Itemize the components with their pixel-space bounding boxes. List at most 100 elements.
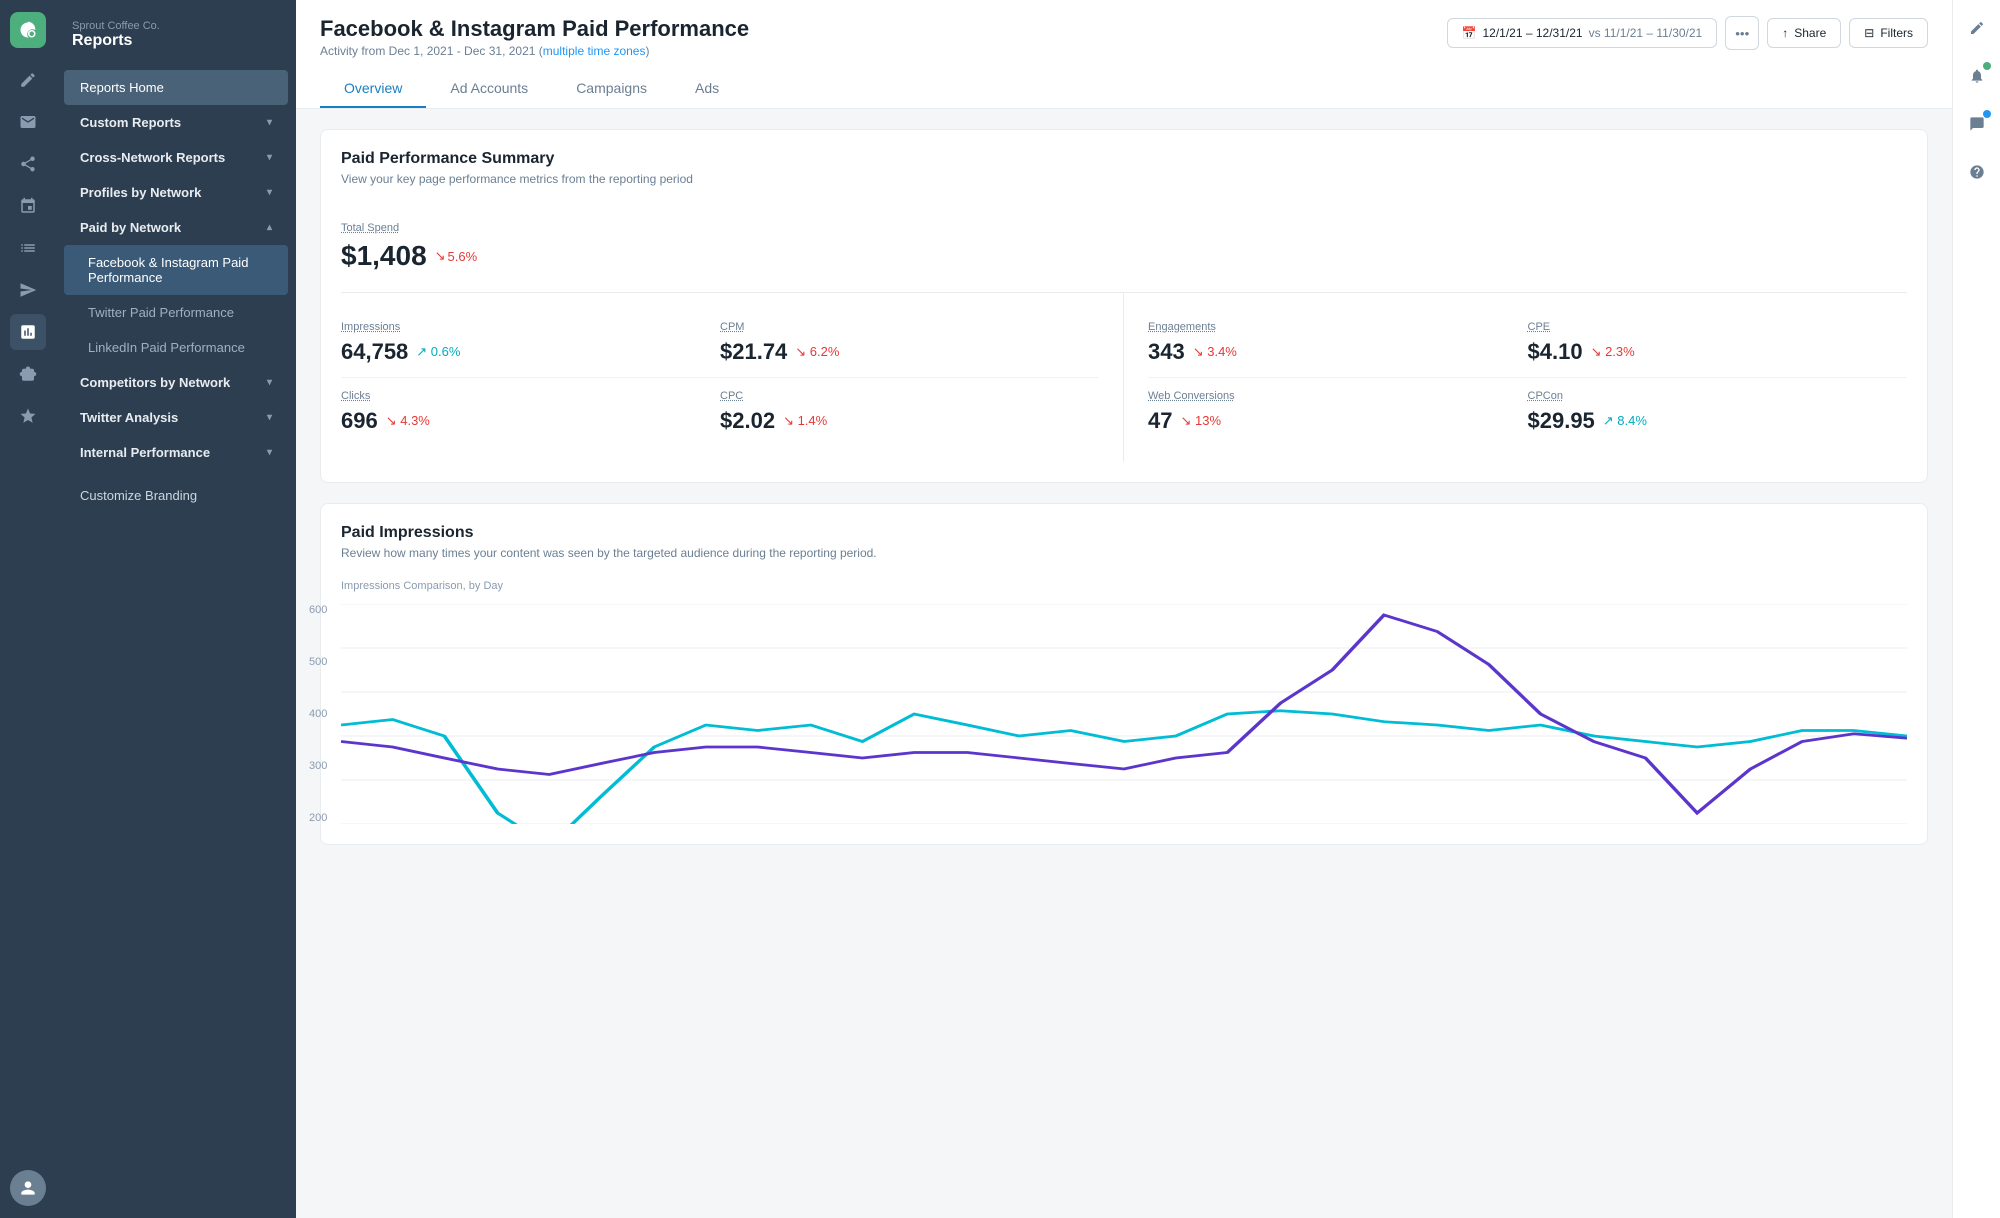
main-content: Facebook & Instagram Paid Performance Ac… xyxy=(296,0,1952,1218)
share-button[interactable]: ↑ Share xyxy=(1767,18,1841,48)
engagements-value: 343 ↘ 3.4% xyxy=(1148,339,1528,365)
sidebar-item-competitors-by-network[interactable]: Competitors by Network ▾ xyxy=(64,365,288,400)
cpcon-change: ↗ 8.4% xyxy=(1603,413,1647,429)
total-spend-value: $1,408 ↘ 5.6% xyxy=(341,240,1907,272)
metrics-row-webconv-cpcon: Web Conversions 47 ↘ 13% CPCon $29.95 ↗ … xyxy=(1148,378,1907,446)
total-spend-label: Total Spend xyxy=(341,222,1907,234)
sidebar-item-cross-network[interactable]: Cross-Network Reports ▾ xyxy=(64,140,288,175)
sidebar-item-profiles-by-network[interactable]: Profiles by Network ▾ xyxy=(64,175,288,210)
title-group: Facebook & Instagram Paid Performance Ac… xyxy=(320,16,749,58)
sidebar-item-linkedin-paid[interactable]: LinkedIn Paid Performance xyxy=(64,330,288,365)
cpm-change: ↘ 6.2% xyxy=(795,344,839,360)
filter-icon: ⊟ xyxy=(1864,26,1874,40)
chart-svg xyxy=(341,604,1907,824)
cpcon-value: $29.95 ↗ 8.4% xyxy=(1528,408,1908,434)
nav-compose-icon[interactable] xyxy=(10,62,46,98)
sidebar-item-fb-ig-paid[interactable]: Facebook & Instagram Paid Performance xyxy=(64,245,288,295)
sidebar-item-internal-performance[interactable]: Internal Performance ▾ xyxy=(64,435,288,470)
page-subtitle: Activity from Dec 1, 2021 - Dec 31, 2021… xyxy=(320,44,749,58)
sidebar-item-custom-reports[interactable]: Custom Reports ▾ xyxy=(64,105,288,140)
nav-pin-icon[interactable] xyxy=(10,188,46,224)
reports-section-label: Reports xyxy=(72,32,280,50)
chevron-up-icon: ▴ xyxy=(267,222,272,233)
notification-badge xyxy=(1983,62,1991,70)
total-spend-change: ↘ 5.6% xyxy=(435,248,478,264)
edit-profile-icon[interactable] xyxy=(1961,12,1993,44)
web-conversions-value: 47 ↘ 13% xyxy=(1148,408,1528,434)
clicks-change: ↘ 4.3% xyxy=(386,413,430,429)
clicks-value: 696 ↘ 4.3% xyxy=(341,408,720,434)
sidebar-item-reports-home[interactable]: Reports Home xyxy=(64,70,288,105)
nav-send-icon[interactable] xyxy=(10,272,46,308)
tab-bar: Overview Ad Accounts Campaigns Ads xyxy=(320,70,1928,108)
chevron-down-icon: ▾ xyxy=(267,412,272,423)
web-conversions-change: ↘ 13% xyxy=(1180,413,1221,429)
ellipsis-icon: ••• xyxy=(1735,26,1749,41)
nav-social-icon[interactable] xyxy=(10,146,46,182)
sidebar-item-twitter-paid[interactable]: Twitter Paid Performance xyxy=(64,295,288,330)
metrics-left: Impressions 64,758 ↗ 0.6% CPM $21.74 ↘ 6… xyxy=(341,293,1124,462)
cpcon-label: CPCon xyxy=(1528,390,1908,402)
header-actions: 📅 12/1/21 – 12/31/21 vs 11/1/21 – 11/30/… xyxy=(1447,16,1928,50)
engagements-label: Engagements xyxy=(1148,321,1528,333)
impressions-metric: Impressions 64,758 ↗ 0.6% xyxy=(341,321,720,365)
timezone-link[interactable]: multiple time zones xyxy=(543,44,646,58)
web-conversions-metric: Web Conversions 47 ↘ 13% xyxy=(1148,390,1528,434)
clicks-metric: Clicks 696 ↘ 4.3% xyxy=(341,390,720,434)
engagements-change: ↘ 3.4% xyxy=(1193,344,1237,360)
filters-button[interactable]: ⊟ Filters xyxy=(1849,18,1928,48)
left-rail xyxy=(0,0,56,1218)
cpm-value: $21.74 ↘ 6.2% xyxy=(720,339,1099,365)
paid-performance-summary-card: Paid Performance Summary View your key p… xyxy=(320,129,1928,483)
cpe-change: ↘ 2.3% xyxy=(1591,344,1635,360)
chat-icon[interactable] xyxy=(1961,108,1993,140)
content-area: Paid Performance Summary View your key p… xyxy=(296,109,1952,1218)
impressions-card-subtitle: Review how many times your content was s… xyxy=(341,546,1907,560)
sidebar-item-twitter-analysis[interactable]: Twitter Analysis ▾ xyxy=(64,400,288,435)
chevron-down-icon: ▾ xyxy=(267,377,272,388)
chat-badge xyxy=(1983,110,1991,118)
notifications-icon[interactable] xyxy=(1961,60,1993,92)
metrics-right: Engagements 343 ↘ 3.4% CPE $4.10 ↘ 2.3% xyxy=(1124,293,1907,462)
cpm-label: CPM xyxy=(720,321,1099,333)
metrics-row-clicks-cpc: Clicks 696 ↘ 4.3% CPC $2.02 ↘ 1.4% xyxy=(341,378,1099,446)
y-axis-200: 200 xyxy=(309,812,327,824)
purple-line xyxy=(341,615,1907,813)
metrics-row-engagements-cpe: Engagements 343 ↘ 3.4% CPE $4.10 ↘ 2.3% xyxy=(1148,309,1907,378)
clicks-label: Clicks xyxy=(341,390,720,402)
cpc-change: ↘ 1.4% xyxy=(783,413,827,429)
impressions-label: Impressions xyxy=(341,321,720,333)
impressions-value: 64,758 ↗ 0.6% xyxy=(341,339,720,365)
tab-ads[interactable]: Ads xyxy=(671,70,743,108)
date-range-button[interactable]: 📅 12/1/21 – 12/31/21 vs 11/1/21 – 11/30/… xyxy=(1447,18,1718,48)
app-logo xyxy=(10,12,46,48)
more-options-button[interactable]: ••• xyxy=(1725,16,1759,50)
tab-ad-accounts[interactable]: Ad Accounts xyxy=(426,70,552,108)
arrow-down-icon: ↘ xyxy=(435,248,446,264)
cpe-value: $4.10 ↘ 2.3% xyxy=(1528,339,1908,365)
summary-card-subtitle: View your key page performance metrics f… xyxy=(341,172,1907,186)
metrics-grid: Impressions 64,758 ↗ 0.6% CPM $21.74 ↘ 6… xyxy=(341,293,1907,462)
nav-analytics-icon[interactable] xyxy=(10,314,46,350)
teal-line xyxy=(341,711,1907,824)
tab-campaigns[interactable]: Campaigns xyxy=(552,70,671,108)
metrics-row-impressions-cpm: Impressions 64,758 ↗ 0.6% CPM $21.74 ↘ 6… xyxy=(341,309,1099,378)
cpc-label: CPC xyxy=(720,390,1099,402)
cpe-label: CPE xyxy=(1528,321,1908,333)
sidebar-brand: Sprout Coffee Co. Reports xyxy=(56,16,296,70)
sidebar-item-customize-branding[interactable]: Customize Branding xyxy=(64,478,288,513)
chevron-down-icon: ▾ xyxy=(267,152,272,163)
sidebar-item-paid-by-network[interactable]: Paid by Network ▴ xyxy=(64,210,288,245)
nav-star-icon[interactable] xyxy=(10,398,46,434)
help-icon[interactable] xyxy=(1961,156,1993,188)
cpe-metric: CPE $4.10 ↘ 2.3% xyxy=(1528,321,1908,365)
summary-card-title: Paid Performance Summary xyxy=(341,150,1907,168)
y-axis-300: 300 xyxy=(309,760,327,772)
tab-overview[interactable]: Overview xyxy=(320,70,426,108)
cpm-metric: CPM $21.74 ↘ 6.2% xyxy=(720,321,1099,365)
nav-list-icon[interactable] xyxy=(10,230,46,266)
chevron-down-icon: ▾ xyxy=(267,447,272,458)
user-avatar[interactable] xyxy=(10,1170,46,1206)
nav-bot-icon[interactable] xyxy=(10,356,46,392)
nav-inbox-icon[interactable] xyxy=(10,104,46,140)
